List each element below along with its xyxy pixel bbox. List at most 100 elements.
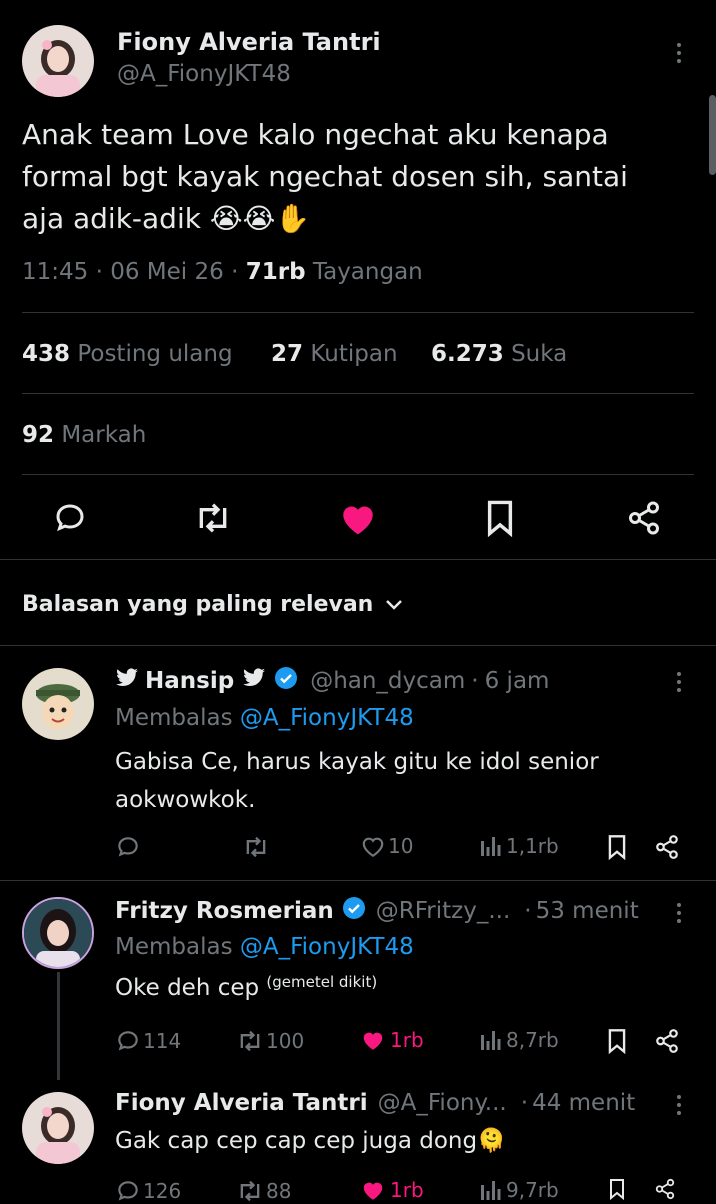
repost-button[interactable]: 100 xyxy=(236,1029,304,1053)
share-button[interactable] xyxy=(626,499,662,541)
repost-count: 100 xyxy=(266,1029,305,1053)
repost-icon xyxy=(240,1180,260,1202)
reply-avatar[interactable] xyxy=(22,897,94,969)
like-button[interactable] xyxy=(338,500,378,540)
quotes-label: Kutipan xyxy=(310,341,398,367)
views-count: 8,7rb xyxy=(506,1028,559,1052)
heart-icon xyxy=(362,837,384,858)
views-button[interactable]: 8,7rb xyxy=(480,1028,559,1052)
author-handle[interactable]: @A_FionyJKT48 xyxy=(117,61,291,87)
reply-text-line: Gabisa Ce, harus kayak gitu ke idol seni… xyxy=(115,749,599,775)
replying-to-handle[interactable]: @A_FionyJKT48 xyxy=(240,934,414,960)
reposts-stat[interactable]: 438 Posting ulang xyxy=(22,341,233,367)
reposts-label: Posting ulang xyxy=(77,341,233,367)
reply-author-handle[interactable]: @A_Fiony... xyxy=(378,1090,507,1116)
reply-icon xyxy=(118,837,138,857)
views-count: 9,7rb xyxy=(506,1178,559,1202)
reply-button[interactable] xyxy=(115,834,141,864)
reply-author-handle[interactable]: @RFritzy_... xyxy=(376,898,511,924)
scrollbar[interactable] xyxy=(709,95,716,175)
reply-icon xyxy=(118,1031,138,1051)
share-icon xyxy=(629,501,659,535)
views-count[interactable]: 71rb xyxy=(246,259,306,285)
reply-text: Oke deh cep (gemetel dikit) xyxy=(115,973,377,1001)
reply-button[interactable] xyxy=(51,500,89,540)
chevron-down-icon xyxy=(386,599,403,610)
author-avatar[interactable] xyxy=(22,25,94,97)
likes-count: 6.273 xyxy=(431,341,504,367)
author-name[interactable]: Fiony Alveria Tantri xyxy=(117,28,381,56)
sort-dropdown[interactable]: Balasan yang paling relevan xyxy=(22,592,403,617)
post-date[interactable]: 06 Mei 26 xyxy=(110,259,224,285)
post-time[interactable]: 11:45 xyxy=(22,259,88,285)
repost-icon xyxy=(240,1030,260,1052)
reply-emoji: 🫠 xyxy=(477,1128,506,1154)
repost-button[interactable] xyxy=(193,501,233,539)
repost-button[interactable]: 88 xyxy=(236,1179,291,1203)
repost-count: 88 xyxy=(266,1179,292,1203)
likes-stat[interactable]: 6.273 Suka xyxy=(431,341,567,367)
like-count: 1rb xyxy=(390,1178,424,1202)
share-button[interactable] xyxy=(654,1178,676,1204)
separator-dot: · xyxy=(95,259,103,285)
views-button[interactable]: 9,7rb xyxy=(480,1178,559,1202)
like-count: 10 xyxy=(388,834,414,858)
reply-header: Hansip @han_dycam · 6 jam xyxy=(115,666,549,696)
repost-button[interactable] xyxy=(242,835,270,863)
reply-text: Gak cap cep cap cep juga dong🫠 xyxy=(115,1127,506,1154)
separator-dot: · xyxy=(231,259,239,285)
reply-author-name[interactable]: Hansip xyxy=(145,668,234,694)
quotes-stat[interactable]: 27 Kutipan xyxy=(271,341,398,367)
heart-filled-icon xyxy=(363,1032,383,1050)
separator-dot: · xyxy=(524,898,532,924)
reply-text-line: aokwowkok. xyxy=(115,787,256,813)
reply-avatar[interactable] xyxy=(22,1092,94,1164)
share-button[interactable] xyxy=(654,1028,680,1058)
reply-button[interactable]: 114 xyxy=(115,1028,181,1054)
bookmark-button[interactable] xyxy=(606,1028,628,1058)
heart-filled-icon xyxy=(363,1182,383,1200)
post-meta: 11:45 · 06 Mei 26 · 71rb Tayangan xyxy=(22,259,423,285)
reply-button[interactable]: 126 xyxy=(115,1178,181,1204)
sort-label: Balasan yang paling relevan xyxy=(22,592,374,617)
bookmark-button[interactable] xyxy=(484,499,516,541)
share-button[interactable] xyxy=(654,834,680,864)
reply-icon xyxy=(56,504,84,532)
reply-author-name[interactable]: Fiony Alveria Tantri xyxy=(115,1090,368,1116)
more-options-icon[interactable] xyxy=(676,43,682,63)
reply-time[interactable]: 53 menit xyxy=(536,898,639,924)
bookmark-icon xyxy=(608,835,626,861)
bookmarks-stat[interactable]: 92 Markah xyxy=(22,422,146,448)
quotes-count: 27 xyxy=(271,341,304,367)
post-text: Anak team Love kalo ngechat aku kenapa f… xyxy=(22,114,702,240)
share-icon xyxy=(655,1178,675,1200)
like-button[interactable]: 10 xyxy=(360,834,413,858)
replying-to: Membalas @A_FionyJKT48 xyxy=(115,705,414,731)
more-options-icon[interactable] xyxy=(676,672,682,692)
views-label[interactable]: Tayangan xyxy=(313,259,423,285)
reply-author-name[interactable]: Fritzy Rosmerian xyxy=(115,898,334,924)
views-button[interactable]: 1,1rb xyxy=(480,834,559,858)
like-button[interactable]: 1rb xyxy=(360,1028,424,1052)
reply-time[interactable]: 44 menit xyxy=(532,1090,635,1116)
post-text-line: formal bgt kayak ngechat dosen sih, sant… xyxy=(22,160,628,193)
reply-count: 126 xyxy=(143,1179,182,1203)
divider xyxy=(22,393,694,394)
bookmark-button[interactable] xyxy=(606,1178,628,1204)
bookmarks-count: 92 xyxy=(22,422,55,448)
reply-time[interactable]: 6 jam xyxy=(485,668,550,694)
more-options-icon[interactable] xyxy=(676,903,682,923)
bookmark-button[interactable] xyxy=(606,834,628,864)
reply-text-line: Oke deh cep xyxy=(115,975,260,1001)
heart-filled-icon xyxy=(343,506,373,535)
post-text-line: Anak team Love kalo ngechat aku kenapa xyxy=(22,118,609,151)
divider xyxy=(22,312,694,313)
reply-author-handle[interactable]: @han_dycam xyxy=(310,668,465,694)
like-button[interactable]: 1rb xyxy=(360,1178,424,1202)
replying-to-handle[interactable]: @A_FionyJKT48 xyxy=(240,705,414,731)
more-options-icon[interactable] xyxy=(676,1095,682,1115)
reply-avatar[interactable] xyxy=(22,668,94,740)
analytics-icon xyxy=(481,837,501,856)
verified-badge-icon xyxy=(274,666,298,696)
divider xyxy=(0,645,716,646)
